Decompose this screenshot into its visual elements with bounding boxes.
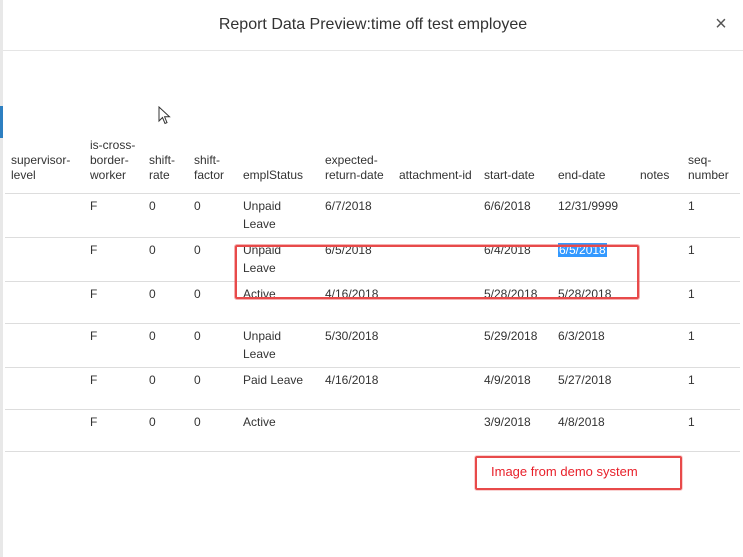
cell-empl-status: Unpaid Leave	[237, 323, 319, 368]
cell-notes	[634, 237, 682, 282]
cell-supervisor-level	[5, 237, 84, 282]
cell-start-date: 5/29/2018	[478, 323, 552, 368]
cell-shift-factor: 0	[188, 409, 237, 452]
table-row: F 0 0 Unpaid Leave 5/30/2018 5/29/2018 6…	[5, 323, 740, 368]
cell-attachment-id	[393, 237, 478, 282]
table-row: F 0 0 Unpaid Leave 6/5/2018 6/4/2018 6/5…	[5, 237, 740, 282]
col-header-start-date[interactable]: start-date	[478, 134, 552, 194]
cell-attachment-id	[393, 193, 478, 238]
cell-is-cross-border-worker: F	[84, 409, 143, 452]
col-header-expected-return-date[interactable]: expected-return-date	[319, 134, 393, 194]
cell-shift-rate: 0	[143, 323, 188, 368]
col-header-seq-number[interactable]: seq-number	[682, 134, 740, 194]
close-icon[interactable]: ×	[711, 14, 731, 34]
cell-is-cross-border-worker: F	[84, 281, 143, 324]
cell-notes	[634, 193, 682, 238]
cell-supervisor-level	[5, 193, 84, 238]
cell-is-cross-border-worker: F	[84, 193, 143, 238]
cell-expected-return-date: 6/5/2018	[319, 237, 393, 282]
cell-seq-number: 1	[682, 237, 740, 282]
table-row: F 0 0 Paid Leave 4/16/2018 4/9/2018 5/27…	[5, 367, 740, 410]
cell-start-date: 6/6/2018	[478, 193, 552, 238]
cell-empl-status: Paid Leave	[237, 367, 319, 410]
cell-end-date: 5/27/2018	[552, 367, 634, 410]
cell-shift-rate: 0	[143, 367, 188, 410]
cell-shift-factor: 0	[188, 193, 237, 238]
modal-header: Report Data Preview:time off test employ…	[3, 0, 743, 51]
mouse-cursor-icon	[158, 106, 171, 125]
cell-attachment-id	[393, 323, 478, 368]
report-data-table: supervisor-level is-cross-border-worker …	[5, 134, 740, 452]
col-header-empl-status[interactable]: emplStatus	[237, 134, 319, 194]
cell-empl-status: Unpaid Leave	[237, 193, 319, 238]
col-header-shift-rate[interactable]: shift-rate	[143, 134, 188, 194]
cell-shift-factor: 0	[188, 323, 237, 368]
cell-attachment-id	[393, 367, 478, 410]
col-header-shift-factor[interactable]: shift-factor	[188, 134, 237, 194]
cell-seq-number: 1	[682, 193, 740, 238]
cell-attachment-id	[393, 281, 478, 324]
col-header-attachment-id[interactable]: attachment-id	[393, 134, 478, 194]
cell-expected-return-date	[319, 409, 393, 452]
cell-end-date: 12/31/9999	[552, 193, 634, 238]
modal-title: Report Data Preview:time off test employ…	[218, 16, 528, 33]
cell-expected-return-date: 5/30/2018	[319, 323, 393, 368]
report-preview-modal: Report Data Preview:time off test employ…	[3, 0, 743, 557]
cell-shift-factor: 0	[188, 367, 237, 410]
table-row: F 0 0 Active 4/16/2018 5/28/2018 5/28/20…	[5, 281, 740, 324]
cell-shift-rate: 0	[143, 409, 188, 452]
cell-seq-number: 1	[682, 367, 740, 410]
cell-shift-factor: 0	[188, 237, 237, 282]
cell-empl-status: Active	[237, 281, 319, 324]
cell-empl-status: Unpaid Leave	[237, 237, 319, 282]
cell-notes	[634, 367, 682, 410]
cell-expected-return-date: 4/16/2018	[319, 281, 393, 324]
cell-notes	[634, 409, 682, 452]
cell-supervisor-level	[5, 281, 84, 324]
cell-seq-number: 1	[682, 323, 740, 368]
cell-attachment-id	[393, 409, 478, 452]
cell-end-date: 5/28/2018	[552, 281, 634, 324]
cell-end-date: 4/8/2018	[552, 409, 634, 452]
cell-start-date: 6/4/2018	[478, 237, 552, 282]
col-header-is-cross-border-worker[interactable]: is-cross-border-worker	[84, 134, 143, 194]
cell-expected-return-date: 4/16/2018	[319, 367, 393, 410]
cell-supervisor-level	[5, 323, 84, 368]
table-header-row: supervisor-level is-cross-border-worker …	[5, 134, 740, 194]
table-row: F 0 0 Active 3/9/2018 4/8/2018 1	[5, 409, 740, 452]
selected-text: 6/5/2018	[558, 243, 607, 257]
cell-start-date: 4/9/2018	[478, 367, 552, 410]
cell-shift-rate: 0	[143, 237, 188, 282]
cell-seq-number: 1	[682, 281, 740, 324]
col-header-end-date[interactable]: end-date	[552, 134, 634, 194]
demo-system-annotation: Image from demo system	[474, 455, 683, 491]
cell-shift-rate: 0	[143, 281, 188, 324]
cell-is-cross-border-worker: F	[84, 323, 143, 368]
cell-empl-status: Active	[237, 409, 319, 452]
cell-shift-factor: 0	[188, 281, 237, 324]
table-row: F 0 0 Unpaid Leave 6/7/2018 6/6/2018 12/…	[5, 193, 740, 238]
cell-start-date: 3/9/2018	[478, 409, 552, 452]
col-header-notes[interactable]: notes	[634, 134, 682, 194]
cell-notes	[634, 281, 682, 324]
col-header-supervisor-level[interactable]: supervisor-level	[5, 134, 84, 194]
cell-supervisor-level	[5, 409, 84, 452]
cell-expected-return-date: 6/7/2018	[319, 193, 393, 238]
cell-is-cross-border-worker: F	[84, 237, 143, 282]
cell-seq-number: 1	[682, 409, 740, 452]
cell-end-date: 6/3/2018	[552, 323, 634, 368]
cell-notes	[634, 323, 682, 368]
cell-supervisor-level	[5, 367, 84, 410]
cell-is-cross-border-worker: F	[84, 367, 143, 410]
cell-end-date-selected[interactable]: 6/5/2018	[552, 237, 634, 282]
cell-shift-rate: 0	[143, 193, 188, 238]
cell-start-date: 5/28/2018	[478, 281, 552, 324]
